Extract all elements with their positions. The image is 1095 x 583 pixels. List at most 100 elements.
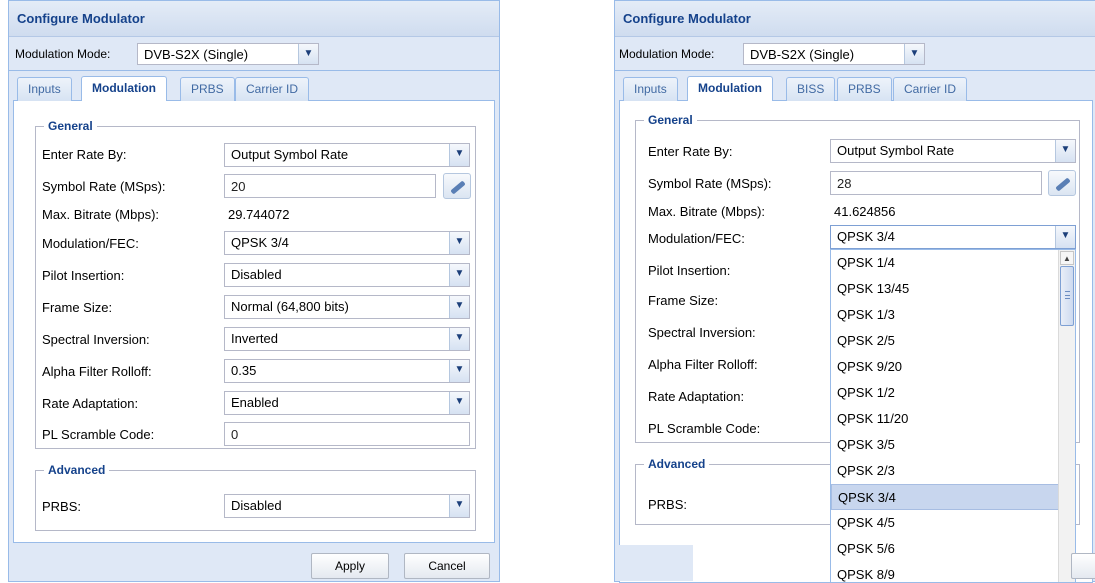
modulation-fec-label: Modulation/FEC: <box>648 231 745 246</box>
enter-rate-by-select[interactable]: Output Symbol Rate ▼ <box>224 143 470 167</box>
chevron-down-icon[interactable]: ▼ <box>449 495 469 517</box>
dropdown-option[interactable]: QPSK 11/20 <box>831 406 1075 432</box>
tab-body: General Enter Rate By: Output Symbol Rat… <box>13 101 495 543</box>
dropdown-option[interactable]: QPSK 1/4 <box>831 250 1075 276</box>
pl-scramble-input[interactable]: 0 <box>224 422 470 446</box>
frame-size-value: Normal (64,800 bits) <box>231 299 349 314</box>
dropdown-option[interactable]: QPSK 2/5 <box>831 328 1075 354</box>
frame-size-select[interactable]: Normal (64,800 bits) ▼ <box>224 295 470 319</box>
dropdown-option[interactable]: QPSK 13/45 <box>831 276 1075 302</box>
prbs-value: Disabled <box>231 498 282 513</box>
spectral-inversion-label: Spectral Inversion: <box>648 325 756 340</box>
edit-pen-button[interactable] <box>1048 170 1076 196</box>
rate-adaptation-select[interactable]: Enabled ▼ <box>224 391 470 415</box>
modulation-mode-label: Modulation Mode: <box>15 47 111 61</box>
prbs-label: PRBS: <box>648 497 688 512</box>
spectral-inversion-select[interactable]: Inverted ▼ <box>224 327 470 351</box>
chevron-down-icon[interactable]: ▼ <box>904 44 924 64</box>
advanced-legend: Advanced <box>648 457 706 471</box>
tab-inputs[interactable]: Inputs <box>623 77 678 101</box>
modulation-fec-value: QPSK 3/4 <box>837 229 895 244</box>
pl-scramble-value: 0 <box>231 427 239 442</box>
cancel-button[interactable]: Cancel <box>404 553 490 579</box>
tab-carrier-id[interactable]: Carrier ID <box>235 77 310 101</box>
dropdown-option[interactable]: QPSK 3/5 <box>831 432 1075 458</box>
dropdown-option[interactable]: QPSK 2/3 <box>831 458 1075 484</box>
pilot-insertion-label: Pilot Insertion: <box>648 263 731 278</box>
panel-title: Configure Modulator <box>615 1 1095 37</box>
edit-pen-icon <box>450 180 466 195</box>
chevron-down-icon[interactable]: ▼ <box>449 392 469 414</box>
enter-rate-by-value: Output Symbol Rate <box>231 147 349 162</box>
pl-scramble-label: PL Scramble Code: <box>648 421 761 436</box>
max-bitrate-value: 29.744072 <box>228 207 290 222</box>
enter-rate-by-label: Enter Rate By: <box>42 147 127 162</box>
scrollbar-thumb[interactable] <box>1060 266 1074 326</box>
tab-carrier-id[interactable]: Carrier ID <box>893 77 968 101</box>
modulation-mode-select[interactable]: DVB-S2X (Single) ▼ <box>137 43 319 65</box>
chevron-down-icon[interactable]: ▼ <box>1055 140 1075 162</box>
modulation-mode-value: DVB-S2X (Single) <box>750 47 855 62</box>
modulation-fec-dropdown-list[interactable]: QPSK 1/4 QPSK 13/45 QPSK 1/3 QPSK 2/5 QPSK 9… <box>830 249 1076 583</box>
general-legend: General <box>648 113 693 127</box>
tab-body: General Enter Rate By: Output Symbol Rat… <box>619 101 1093 583</box>
tab-modulation[interactable]: Modulation <box>687 76 773 101</box>
apply-button-partial[interactable] <box>1071 553 1095 579</box>
dropdown-option[interactable]: QPSK 8/9 <box>831 562 1075 582</box>
tab-prbs[interactable]: PRBS <box>180 77 235 101</box>
modulation-mode-select[interactable]: DVB-S2X (Single) ▼ <box>743 43 925 65</box>
scroll-up-arrow-icon[interactable]: ▲ <box>1060 251 1074 265</box>
rate-adaptation-label: Rate Adaptation: <box>42 396 139 411</box>
mode-bar: Modulation Mode: DVB-S2X (Single) ▼ <box>615 37 1095 71</box>
symbol-rate-label: Symbol Rate (MSps): <box>42 179 166 194</box>
dropdown-option[interactable]: QPSK 1/2 <box>831 380 1075 406</box>
panel-title: Configure Modulator <box>9 1 499 37</box>
edit-pen-button[interactable] <box>443 173 471 199</box>
enter-rate-by-select[interactable]: Output Symbol Rate ▼ <box>830 139 1076 163</box>
modulation-mode-value: DVB-S2X (Single) <box>144 47 249 62</box>
chevron-down-icon[interactable]: ▼ <box>1055 226 1075 248</box>
chevron-down-icon[interactable]: ▼ <box>449 296 469 318</box>
tab-prbs[interactable]: PRBS <box>837 77 892 101</box>
grip-icon <box>1065 291 1070 299</box>
modulator-panel-right: Configure Modulator Modulation Mode: DVB… <box>614 0 1095 583</box>
chevron-down-icon[interactable]: ▼ <box>449 232 469 254</box>
pilot-insertion-select[interactable]: Disabled ▼ <box>224 263 470 287</box>
chevron-down-icon[interactable]: ▼ <box>449 264 469 286</box>
frame-size-label: Frame Size: <box>42 300 113 315</box>
pilot-insertion-value: Disabled <box>231 267 282 282</box>
tab-strip: Inputs Modulation BISS PRBS Carrier ID <box>619 73 1093 101</box>
dropdown-option[interactable]: QPSK 9/20 <box>831 354 1075 380</box>
tab-biss[interactable]: BISS <box>786 77 836 101</box>
tab-inputs[interactable]: Inputs <box>17 77 72 101</box>
dropdown-option[interactable]: QPSK 4/5 <box>831 510 1075 536</box>
dropdown-items: QPSK 1/4 QPSK 13/45 QPSK 1/3 QPSK 2/5 QPSK 9… <box>831 250 1075 582</box>
dropdown-option[interactable]: QPSK 5/6 <box>831 536 1075 562</box>
alpha-rolloff-select[interactable]: 0.35 ▼ <box>224 359 470 383</box>
chevron-down-icon[interactable]: ▼ <box>449 144 469 166</box>
symbol-rate-value: 20 <box>231 179 246 194</box>
enter-rate-by-label: Enter Rate By: <box>648 144 733 159</box>
symbol-rate-input[interactable]: 20 <box>224 174 436 198</box>
general-legend: General <box>48 119 93 133</box>
prbs-select[interactable]: Disabled ▼ <box>224 494 470 518</box>
frame-size-label: Frame Size: <box>648 293 719 308</box>
dropdown-option[interactable]: QPSK 1/3 <box>831 302 1075 328</box>
edit-pen-icon <box>1055 177 1071 192</box>
alpha-rolloff-label: Alpha Filter Rolloff: <box>648 357 758 372</box>
button-bar: Apply Cancel <box>9 545 499 581</box>
mode-bar: Modulation Mode: DVB-S2X (Single) ▼ <box>9 37 499 71</box>
dropdown-option[interactable]: QPSK 3/4 <box>831 484 1075 510</box>
modulation-fec-select[interactable]: QPSK 3/4 ▼ <box>830 225 1076 249</box>
chevron-down-icon[interactable]: ▼ <box>298 44 318 64</box>
max-bitrate-label: Max. Bitrate (Mbps): <box>42 207 160 222</box>
symbol-rate-input[interactable]: 28 <box>830 171 1042 195</box>
dropdown-scrollbar[interactable]: ▲ <box>1058 250 1075 582</box>
chevron-down-icon[interactable]: ▼ <box>449 328 469 350</box>
rate-adaptation-value: Enabled <box>231 395 279 410</box>
chevron-down-icon[interactable]: ▼ <box>449 360 469 382</box>
alpha-rolloff-value: 0.35 <box>231 363 257 378</box>
apply-button[interactable]: Apply <box>311 553 389 579</box>
modulation-fec-select[interactable]: QPSK 3/4 ▼ <box>224 231 470 255</box>
tab-modulation[interactable]: Modulation <box>81 76 167 101</box>
